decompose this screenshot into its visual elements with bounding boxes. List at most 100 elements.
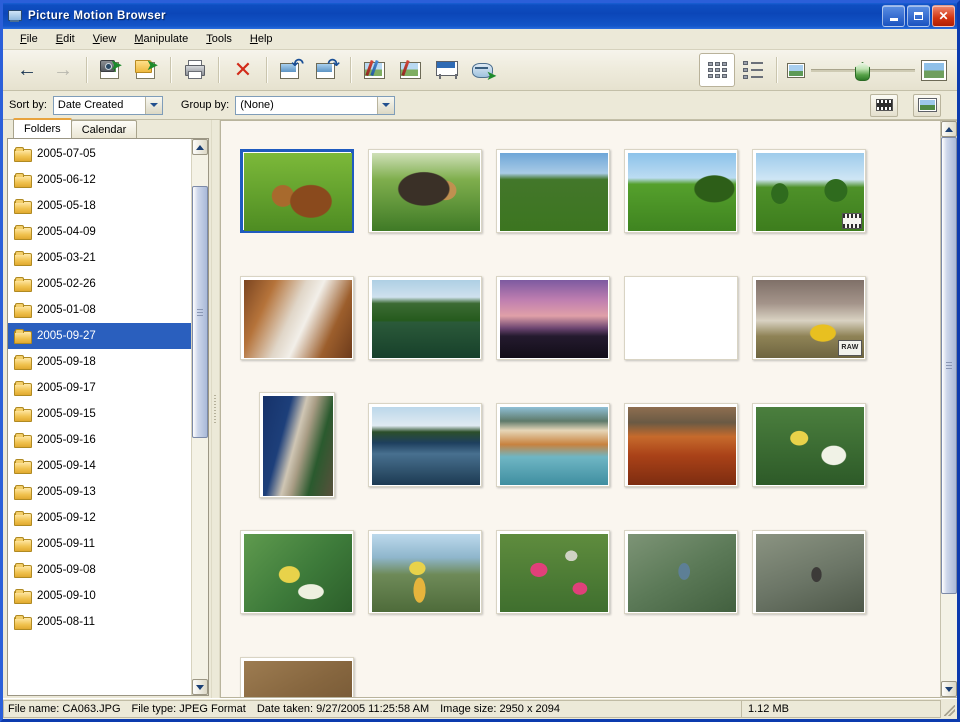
thumbnail-grid[interactable]: RAW	[221, 121, 940, 697]
folder-item[interactable]: 2005-09-11	[8, 531, 191, 557]
resize-grip[interactable]	[941, 700, 957, 718]
tab-folders[interactable]: Folders	[13, 118, 72, 138]
menu-edit[interactable]: Edit	[47, 31, 84, 47]
thumbnail-item[interactable]	[496, 275, 610, 360]
folder-item[interactable]: 2005-09-14	[8, 453, 191, 479]
close-button[interactable]: ✕	[932, 5, 955, 27]
thumbnail-cell	[617, 260, 745, 375]
folder-item[interactable]: 2005-09-08	[8, 557, 191, 583]
content-scroll-track[interactable]	[941, 137, 957, 681]
menu-manipulate[interactable]: Manipulate	[125, 31, 197, 47]
folder-item[interactable]: 2005-09-10	[8, 583, 191, 609]
thumbnail-item[interactable]	[368, 402, 482, 487]
folder-item[interactable]: 2005-01-08	[8, 297, 191, 323]
list-view-button[interactable]	[735, 53, 771, 87]
rotate-right-button[interactable]: ↷	[309, 53, 345, 87]
map-view-button[interactable]	[393, 53, 429, 87]
panel-splitter[interactable]	[211, 120, 220, 698]
toolbar-separator-1	[86, 57, 88, 83]
group-by-dropdown[interactable]: (None)	[235, 95, 396, 115]
thumbnail-item[interactable]	[368, 148, 482, 233]
folder-item[interactable]: 2005-08-11	[8, 609, 191, 635]
thumbnail-item[interactable]	[496, 529, 610, 614]
back-button[interactable]: ←	[9, 53, 45, 87]
thumbnail-item[interactable]	[240, 275, 354, 360]
large-thumbnail-icon[interactable]	[921, 59, 947, 81]
folder-list-scrollbar[interactable]	[191, 139, 208, 695]
import-from-camera-button[interactable]: ➤	[93, 53, 129, 87]
status-file-type-label: File type:	[131, 703, 177, 715]
thumbnail-item[interactable]	[240, 148, 354, 233]
thumbnail-item[interactable]	[259, 391, 335, 498]
sort-by-dropdown[interactable]: Date Created	[52, 95, 163, 115]
chevron-down-icon[interactable]	[377, 96, 395, 114]
menu-tools[interactable]: Tools	[197, 31, 241, 47]
menu-file[interactable]: File	[11, 31, 47, 47]
import-from-folder-button[interactable]: ➤	[129, 53, 165, 87]
photo-image	[756, 406, 864, 485]
thumbnail-cell	[233, 387, 361, 502]
menu-view[interactable]: View	[84, 31, 126, 47]
slider-handle[interactable]	[855, 62, 870, 81]
folder-item-label: 2005-09-15	[37, 408, 96, 420]
retouch-button[interactable]	[357, 53, 393, 87]
delete-button[interactable]: ✕	[225, 53, 261, 87]
folder-item[interactable]: 2005-09-18	[8, 349, 191, 375]
folder-item[interactable]: 2005-09-15	[8, 401, 191, 427]
scroll-up-button[interactable]	[192, 139, 208, 155]
content-scroll-up-button[interactable]	[941, 121, 957, 137]
chevron-down-icon[interactable]	[144, 96, 162, 114]
thumbnail-item[interactable]	[624, 402, 738, 487]
folder-scroll-thumb[interactable]	[192, 186, 208, 438]
menu-help-accel: H	[249, 33, 258, 45]
photo-image	[244, 279, 352, 358]
folder-item[interactable]: 2005-04-09	[8, 219, 191, 245]
folder-item[interactable]: 2005-09-12	[8, 505, 191, 531]
thumbnail-view-button[interactable]	[699, 53, 735, 87]
folder-item[interactable]: 2005-06-12	[8, 167, 191, 193]
thumbnail-item[interactable]	[624, 529, 738, 614]
slideshow-button[interactable]	[429, 53, 465, 87]
thumbnail-item[interactable]	[624, 148, 738, 233]
folder-item[interactable]: 2005-07-05	[8, 141, 191, 167]
thumbnail-item[interactable]	[624, 275, 738, 360]
thumbnail-item[interactable]	[240, 529, 354, 614]
thumbnail-size-slider[interactable]	[811, 62, 915, 81]
thumbnail-item[interactable]	[752, 148, 866, 233]
folder-item[interactable]: 2005-09-16	[8, 427, 191, 453]
folder-item[interactable]: 2005-05-18	[8, 193, 191, 219]
maximize-button[interactable]	[907, 5, 930, 27]
status-image-size: Image size: 2950 x 2094	[440, 703, 560, 715]
thumbnail-item[interactable]	[368, 529, 482, 614]
email-button[interactable]: ➤	[465, 53, 501, 87]
content-scroll-thumb[interactable]	[941, 137, 957, 594]
folder-scroll-track[interactable]	[192, 155, 208, 679]
thumbnail-item[interactable]	[752, 529, 866, 614]
folder-list[interactable]: 2005-07-05 2005-06-12 2005-05-18 2005-04-09…	[8, 139, 191, 695]
folder-item-label: 2005-04-09	[37, 226, 96, 238]
folder-item[interactable]: 2005-09-17	[8, 375, 191, 401]
content-scroll-down-button[interactable]	[941, 681, 957, 697]
minimize-button[interactable]	[882, 5, 905, 27]
print-button[interactable]	[177, 53, 213, 87]
folder-item[interactable]: 2005-02-26	[8, 271, 191, 297]
scroll-down-button[interactable]	[192, 679, 208, 695]
folder-item-label: 2005-08-11	[37, 616, 95, 628]
filmstrip-view-button[interactable]	[870, 93, 898, 117]
thumbnail-item[interactable]	[496, 148, 610, 233]
folder-item[interactable]: 2005-09-27	[8, 323, 191, 349]
thumbnail-item[interactable]: RAW	[752, 275, 866, 360]
folder-item[interactable]: 2005-09-13	[8, 479, 191, 505]
small-thumbnail-icon[interactable]	[787, 62, 805, 78]
folder-item[interactable]: 2005-03-21	[8, 245, 191, 271]
single-image-view-button[interactable]	[913, 93, 941, 117]
thumbnail-item[interactable]	[752, 402, 866, 487]
forward-button[interactable]: →	[45, 53, 81, 87]
tab-calendar[interactable]: Calendar	[70, 120, 138, 138]
rotate-left-button[interactable]: ↶	[273, 53, 309, 87]
thumbnail-item[interactable]	[496, 402, 610, 487]
menu-help[interactable]: Help	[241, 31, 282, 47]
thumbnail-item[interactable]	[240, 656, 354, 697]
content-scrollbar[interactable]	[940, 121, 957, 697]
thumbnail-item[interactable]	[368, 275, 482, 360]
